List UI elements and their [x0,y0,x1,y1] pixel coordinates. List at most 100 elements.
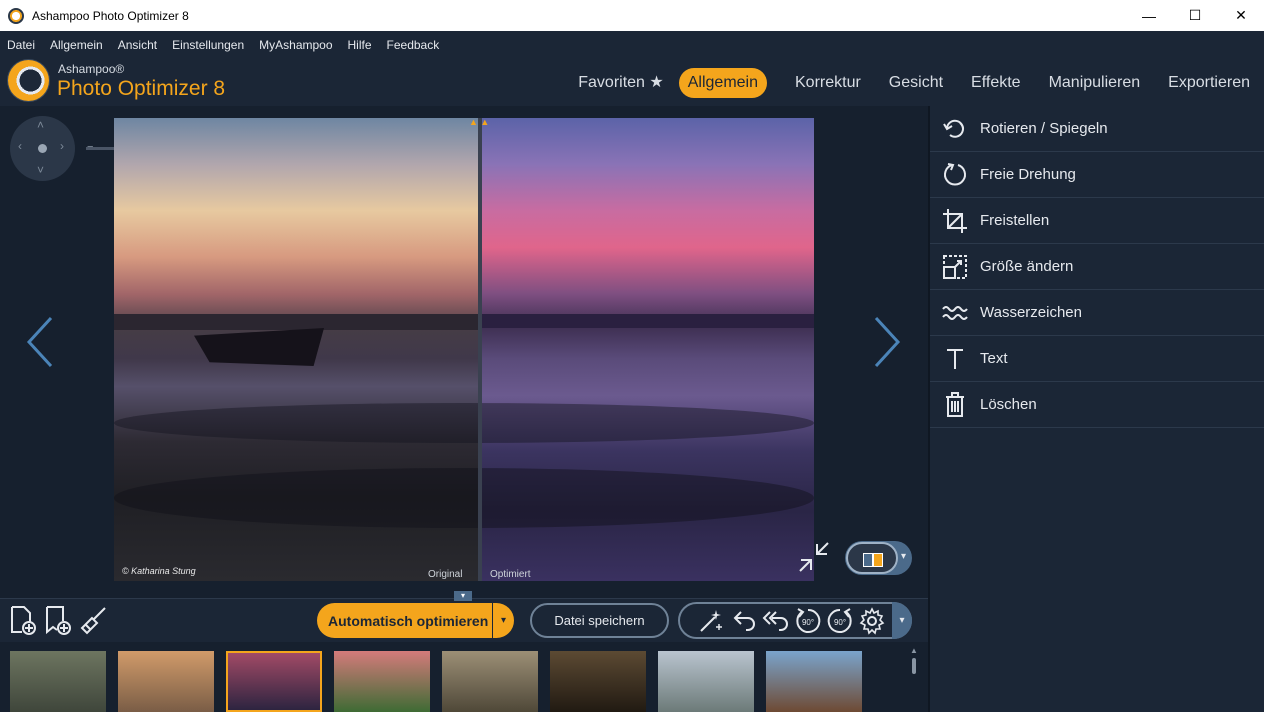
resize-icon [940,252,970,282]
brand-name: Ashampoo® [58,62,125,76]
sidebar-item-label: Löschen [980,396,1037,413]
pan-left-icon[interactable]: ‹ [18,139,22,153]
thumbnail-pots[interactable] [550,651,646,712]
sidebar-item-text[interactable]: Text [930,336,1264,382]
app-icon [8,7,24,24]
tab-effekte[interactable]: Effekte [971,68,1021,98]
pan-right-icon[interactable]: › [60,139,64,153]
previous-image-icon[interactable] [26,316,56,368]
thumbnail-cat[interactable] [118,651,214,712]
menu-myashampoo[interactable]: MyAshampoo [259,38,332,52]
product-name: Photo Optimizer 8 [57,77,226,100]
window-controls: — ☐ ✕ [1126,0,1264,31]
tab-exportieren[interactable]: Exportieren [1168,68,1250,98]
rotate-icon [940,114,970,144]
sidebar-item-label: Freie Drehung [980,166,1076,183]
tab-allgemein[interactable]: Allgemein [678,68,767,98]
crop-icon [940,206,970,236]
horizon-optimized [480,314,814,328]
compare-divider[interactable] [478,118,482,581]
menu-einstellungen[interactable]: Einstellungen [172,38,244,52]
view-dropdown-icon[interactable]: ▾ [901,551,906,562]
tab-korrektur[interactable]: Korrektur [795,68,861,98]
menu-bar: Datei Allgemein Ansicht Einstellungen My… [0,31,1264,58]
undo-icon[interactable] [730,607,758,635]
auto-optimize-dropdown-icon[interactable]: ▾ [492,603,514,638]
next-image-icon[interactable] [872,316,902,368]
filmstrip: ▲ [0,642,928,712]
horizon-original [114,314,480,330]
free-rotate-icon [940,160,970,190]
magic-wand-icon[interactable] [697,607,725,635]
filmstrip-scrollbar[interactable] [912,658,916,674]
add-folder-icon[interactable] [43,605,73,635]
menu-datei[interactable]: Datei [7,38,35,52]
tools-dropdown-icon[interactable]: ▾ [892,602,912,639]
sidebar-item-label: Text [980,350,1008,367]
add-file-icon[interactable] [8,605,38,635]
window-title: Ashampoo Photo Optimizer 8 [32,8,189,23]
sidebar-item-label: Freistellen [980,212,1050,229]
sidebar-item-crop[interactable]: Freistellen [930,198,1264,244]
header: Ashampoo® Photo Optimizer 8 Favoriten ★ … [0,58,1264,106]
pan-up-icon[interactable]: ˄ [37,118,44,132]
ashampoo-logo [8,60,49,101]
sidebar-item-label: Größe ändern [980,258,1074,275]
menu-feedback[interactable]: Feedback [387,38,440,52]
category-tabs: Favoriten ★ Allgemein Korrektur Gesicht … [578,68,1250,98]
pan-center-icon[interactable] [38,144,47,153]
auto-optimize-button[interactable]: Automatisch optimieren ▾ [317,603,514,638]
collapse-view-icon[interactable] [795,538,833,576]
save-file-button[interactable]: Datei speichern [530,603,669,638]
split-view-icon[interactable] [846,542,898,574]
scroll-up-icon[interactable]: ▲ [910,646,918,655]
sidebar-item-delete[interactable]: Löschen [930,382,1264,428]
thumbnail-monkey[interactable] [442,651,538,712]
split-right-swatch [873,553,883,567]
sidebar-item-resize[interactable]: Größe ändern [930,244,1264,290]
wave [114,403,814,443]
sidebar-item-watermark[interactable]: Wasserzeichen [930,290,1264,336]
collapse-filmstrip-icon[interactable]: ▾ [454,591,472,601]
thumbnail-tree[interactable] [766,651,862,712]
undo-all-icon[interactable] [762,607,790,635]
thumbnail-coast[interactable] [658,651,754,712]
tab-manipulieren[interactable]: Manipulieren [1049,68,1141,98]
thumbnail-sunset[interactable] [226,651,322,712]
clear-list-icon[interactable] [78,605,108,635]
divider-handle-icon[interactable]: ▲ ▲ [469,117,489,127]
menu-allgemein[interactable]: Allgemein [50,38,103,52]
rotate-right-icon[interactable]: 90° [826,607,854,635]
tab-gesicht[interactable]: Gesicht [889,68,943,98]
thumbnail-egret[interactable] [334,651,430,712]
split-left-swatch [863,553,873,567]
title-bar: Ashampoo Photo Optimizer 8 — ☐ ✕ [0,0,1264,31]
close-button[interactable]: ✕ [1218,0,1264,31]
wave [114,468,814,528]
original-label: Original [428,569,463,580]
tool-sidebar: Rotieren / Spiegeln Freie Drehung Freist… [928,106,1264,712]
settings-gear-icon[interactable] [858,607,886,635]
tab-favoriten[interactable]: Favoriten ★ [578,68,663,98]
pan-down-icon[interactable]: ˅ [37,163,44,177]
maximize-button[interactable]: ☐ [1172,0,1218,31]
pan-navigator[interactable]: ˄ ˅ ‹ › [10,116,75,181]
optimized-label: Optimiert [490,569,531,580]
rotate-left-icon[interactable]: 90° [794,607,822,635]
menu-ansicht[interactable]: Ansicht [118,38,157,52]
edit-tools-group: 90° 90° ▾ [678,602,912,639]
sidebar-item-free-rotate[interactable]: Freie Drehung [930,152,1264,198]
bottom-toolbar: ▾ Automatisch optimieren ▾ Datei speiche… [0,591,928,642]
photo-preview[interactable]: © Katharina Stung Original Optimiert [114,118,814,581]
preview-canvas: ˄ ˅ ‹ › − + © Katharina Stung Original O… [0,106,928,598]
rotate-right-label: 90° [834,618,846,627]
trash-icon [940,390,970,420]
minimize-button[interactable]: — [1126,0,1172,31]
thumbnail-temple[interactable] [10,651,106,712]
auto-optimize-label: Automatisch optimieren [328,612,489,629]
sidebar-item-label: Wasserzeichen [980,304,1082,321]
text-icon [940,344,970,374]
sidebar-item-rotate[interactable]: Rotieren / Spiegeln [930,106,1264,152]
compare-view-toggle[interactable]: ▾ [845,541,912,575]
menu-hilfe[interactable]: Hilfe [348,38,372,52]
